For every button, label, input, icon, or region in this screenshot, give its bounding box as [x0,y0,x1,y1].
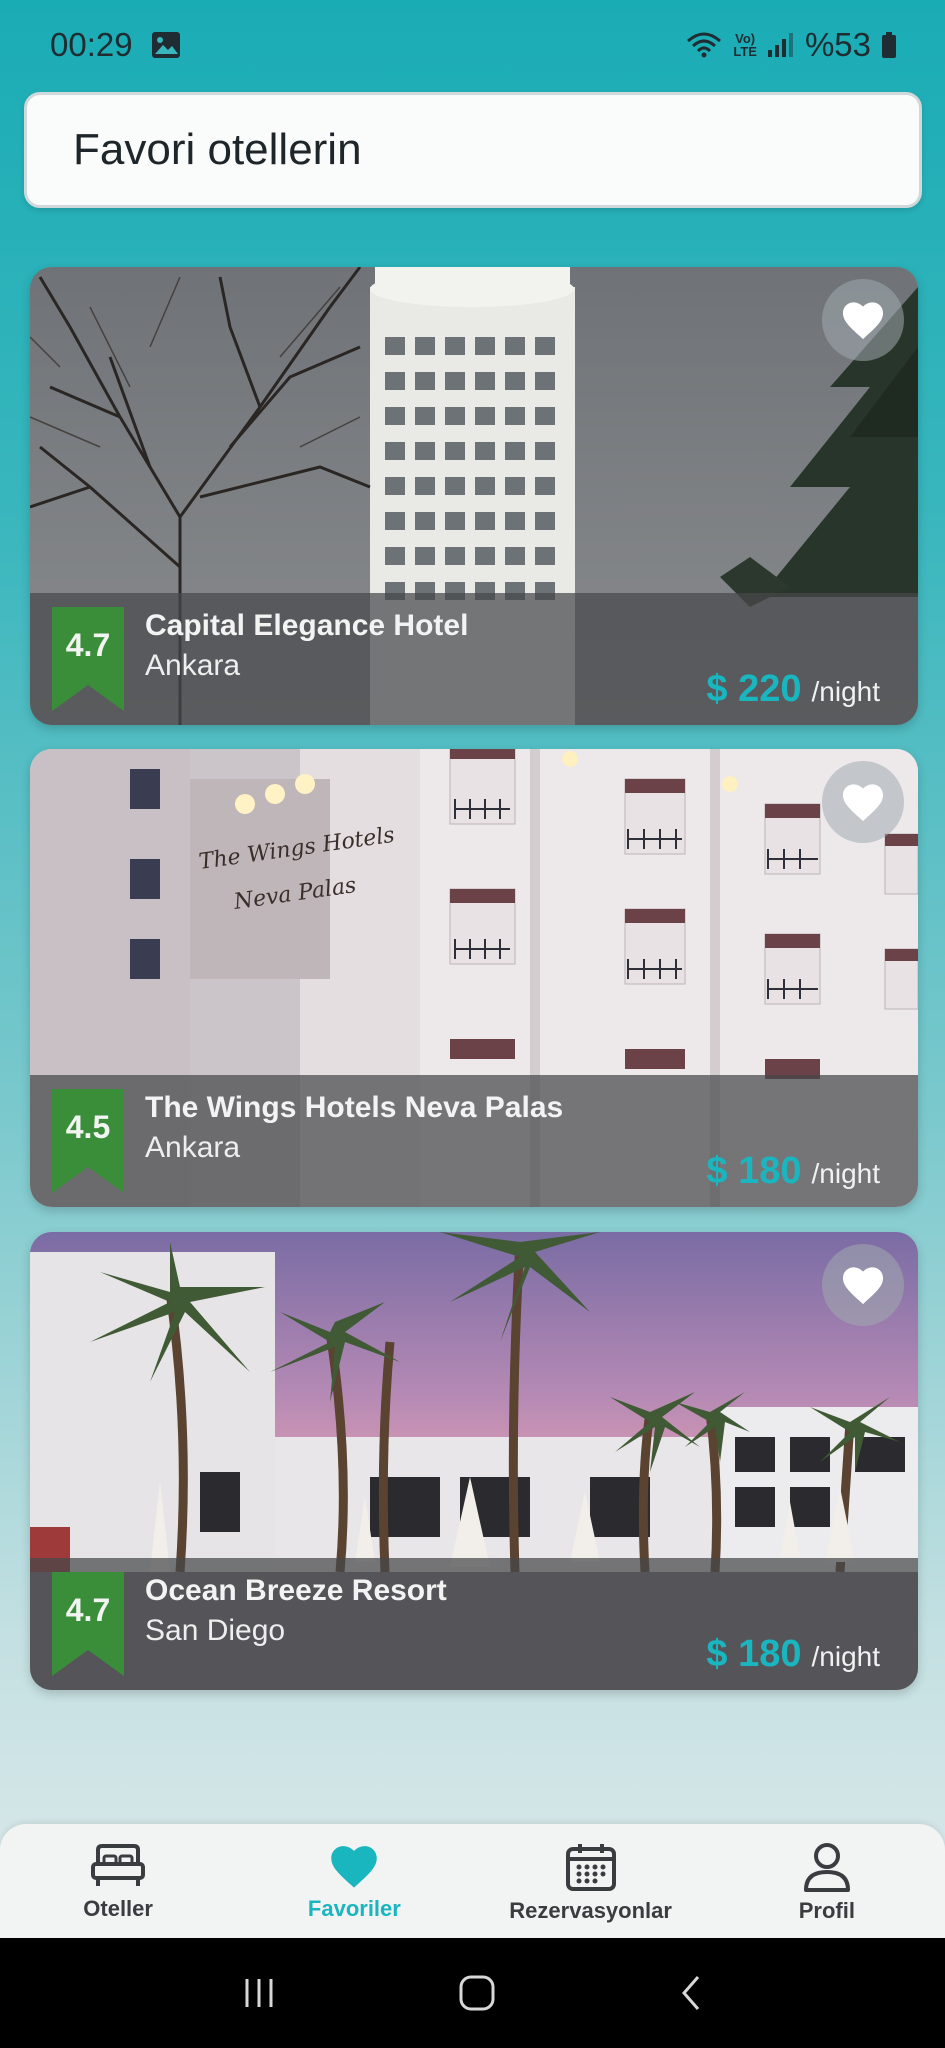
favorite-toggle[interactable] [822,1244,904,1326]
page-title-box: Favori otellerin [24,92,922,208]
status-bar: 00:29 Vo) LTE %53 [0,0,945,90]
favorite-toggle[interactable] [822,279,904,361]
hotel-city: Ankara [145,649,241,682]
wifi-icon [685,31,723,59]
price-unit: /night [811,1158,881,1189]
hotel-price: $ 180 /night [706,1633,880,1676]
heart-icon [331,1846,378,1888]
hotel-info-bar: 4.7 Ocean Breeze Resort San Diego $ 180 … [30,1558,918,1690]
nav-label: Profil [798,1898,855,1923]
hotel-card[interactable]: The Wings Hotels Neva Palas 4.5 The Wing… [30,749,918,1207]
heart-icon [842,784,884,822]
person-icon [803,1843,850,1892]
nav-item-oteller[interactable]: Oteller [0,1824,236,1938]
hotel-info-bar: 4.5 The Wings Hotels Neva Palas Ankara $… [30,1075,918,1207]
nav-label: Favoriler [307,1896,401,1921]
system-navigation-bar [0,1938,945,2048]
hotel-price: $ 180 /night [706,1150,880,1193]
back-icon[interactable] [676,1973,706,2013]
price-unit: /night [811,1641,881,1672]
heart-icon [842,302,884,340]
hotel-name: Capital Elegance Hotel [145,609,469,642]
status-time: 00:29 [50,26,133,63]
rating-badge: 4.5 [52,1089,124,1193]
rating-badge: 4.7 [52,1572,124,1676]
gallery-notification-icon [151,31,181,59]
price-amount: $ 180 [706,1150,802,1192]
rating-badge: 4.7 [52,607,124,711]
price-amount: $ 220 [706,668,802,710]
hotel-info-bar: 4.7 Capital Elegance Hotel Ankara $ 220 … [30,593,918,725]
bottom-navigation: Oteller Favoriler Rezervasyonlar Profil [0,1824,945,1938]
hotel-card[interactable]: 4.7 Ocean Breeze Resort San Diego $ 180 … [30,1232,918,1690]
hotel-city: San Diego [145,1614,286,1647]
recent-apps-icon[interactable] [239,1975,279,2011]
home-icon[interactable] [457,1973,497,2013]
hotel-card[interactable]: 4.7 Capital Elegance Hotel Ankara $ 220 … [30,267,918,725]
signal-icon [767,32,795,58]
page-title: Favori otellerin [73,125,362,174]
hotel-name: The Wings Hotels Neva Palas [145,1091,564,1124]
nav-label: Rezervasyonlar [509,1898,672,1923]
volte-icon: Vo) LTE [733,31,757,59]
nav-item-profil[interactable]: Profil [709,1824,945,1938]
favorite-toggle[interactable] [822,761,904,843]
price-amount: $ 180 [706,1633,802,1675]
hotel-name: Ocean Breeze Resort [145,1574,447,1607]
hotel-city: Ankara [145,1131,241,1164]
hotel-price: $ 220 /night [706,668,880,711]
nav-label: Oteller [83,1896,153,1921]
nav-item-rezervasyonlar[interactable]: Rezervasyonlar [473,1824,709,1938]
battery-icon [881,31,897,59]
bed-icon [91,1844,146,1886]
price-unit: /night [811,676,881,707]
heart-icon [842,1267,884,1305]
calendar-icon [565,1844,616,1891]
battery-percent: %53 [804,26,871,63]
nav-item-favoriler[interactable]: Favoriler [236,1824,472,1938]
